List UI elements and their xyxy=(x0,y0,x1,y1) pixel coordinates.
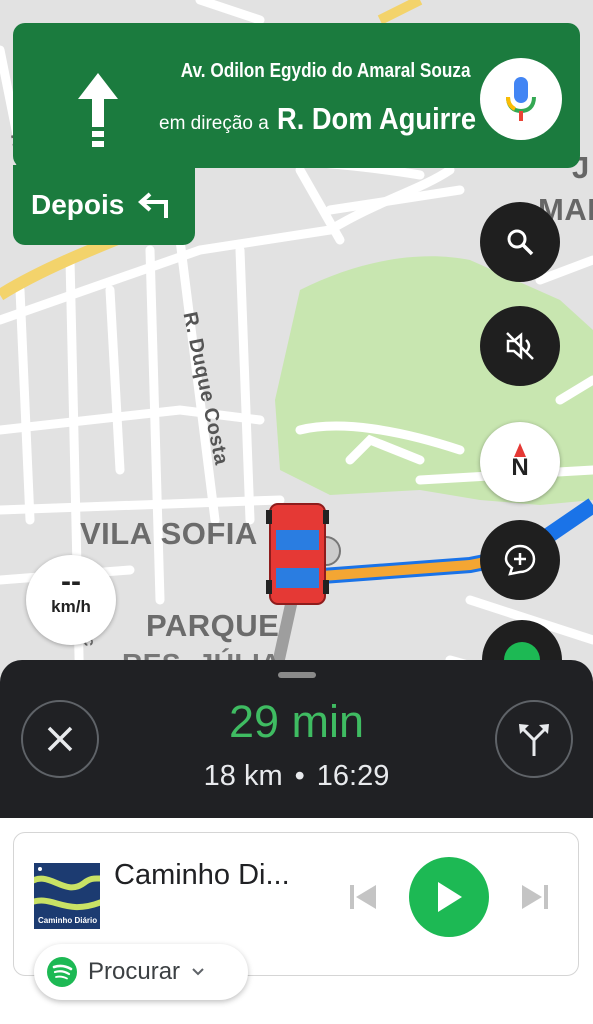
trip-separator: • xyxy=(294,760,305,792)
previous-track-button[interactable] xyxy=(348,883,378,916)
then-label: Depois xyxy=(31,189,125,220)
straight-arrow-icon xyxy=(78,73,118,147)
toward-line: em direção a R. Dom Aguirre xyxy=(159,101,479,137)
route-fork-icon xyxy=(519,724,549,756)
volume-off-icon xyxy=(506,332,534,360)
report-incident-button[interactable] xyxy=(480,520,560,600)
skip-next-icon xyxy=(522,885,548,909)
toward-prefix: em direção a xyxy=(159,113,269,134)
search-icon xyxy=(507,229,534,256)
skip-previous-icon xyxy=(350,885,376,909)
speed-value: -- xyxy=(61,565,81,598)
add-report-icon xyxy=(504,544,536,576)
speed-unit: km/h xyxy=(51,597,91,616)
drag-handle[interactable] xyxy=(278,672,316,678)
map-label-parque: PARQUE xyxy=(146,608,280,643)
current-street: Av. Odilon Egydio do Amaral Souza xyxy=(180,60,471,82)
alternate-routes-button[interactable] xyxy=(495,700,573,778)
microphone-icon xyxy=(506,77,536,121)
speedometer: -- km/h xyxy=(26,555,116,645)
mute-voice-button[interactable] xyxy=(480,306,560,386)
direction-banner[interactable]: Av. Odilon Egydio do Amaral Souza em dir… xyxy=(13,23,580,168)
next-maneuver-box[interactable]: Depois xyxy=(13,165,195,245)
car-location-marker xyxy=(266,503,329,605)
media-search-chip[interactable]: Procurar xyxy=(34,944,248,1000)
toward-street: R. Dom Aguirre xyxy=(277,101,477,136)
play-button[interactable] xyxy=(409,857,489,937)
album-art[interactable]: Caminho Diário xyxy=(34,863,100,929)
compass-button[interactable]: N xyxy=(480,422,560,502)
voice-search-button[interactable] xyxy=(480,58,562,140)
search-chip-label: Procurar xyxy=(88,958,181,985)
next-track-button[interactable] xyxy=(520,883,550,916)
trip-distance: 18 km xyxy=(203,760,283,792)
play-icon xyxy=(438,882,462,912)
trip-arrival: 16:29 xyxy=(316,760,390,792)
chevron-down-icon xyxy=(192,968,204,976)
spotify-icon xyxy=(47,957,77,987)
compass-label: N xyxy=(511,454,529,481)
track-title: Caminho Di... xyxy=(114,859,290,891)
trip-summary-panel[interactable]: 29 min 18 km • 16:29 xyxy=(0,660,593,818)
album-caption: Caminho Diário xyxy=(38,916,98,925)
turn-left-icon xyxy=(138,192,169,218)
map-label-vila-sofia: VILA SOFIA xyxy=(80,516,258,551)
search-along-route-button[interactable] xyxy=(480,202,560,282)
